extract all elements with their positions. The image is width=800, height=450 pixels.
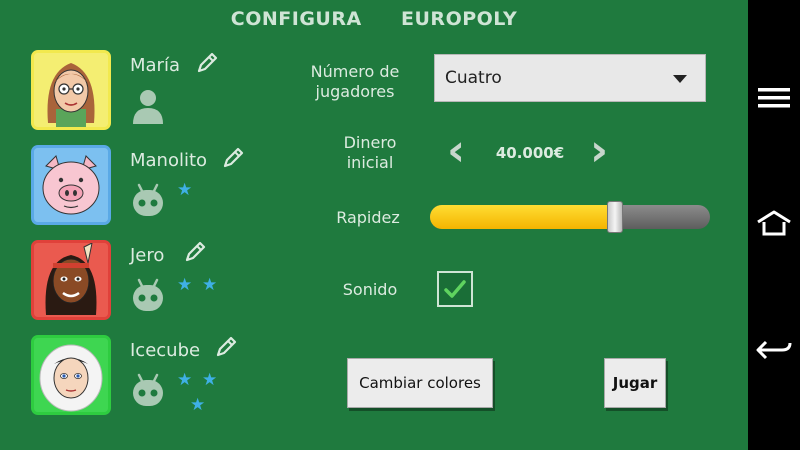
- star-icon: ★: [177, 180, 193, 200]
- pencil-icon[interactable]: [213, 334, 239, 364]
- star-icon: ★: [177, 370, 193, 390]
- checkmark-icon: [444, 280, 466, 298]
- player-name-icecube: Icecube: [130, 340, 201, 361]
- speed-slider[interactable]: [430, 201, 710, 233]
- star-icon: ★: [190, 395, 206, 415]
- player-avatar-jero[interactable]: [31, 240, 111, 320]
- play-button[interactable]: Jugar: [604, 358, 666, 408]
- player-name-manolito: Manolito: [130, 150, 208, 171]
- money-value: 40.000€: [495, 144, 565, 162]
- hamburger-icon[interactable]: [756, 86, 792, 114]
- pencil-icon[interactable]: [182, 239, 208, 269]
- speed-label: Rapidez: [336, 208, 400, 227]
- player-avatar-icecube[interactable]: [31, 335, 111, 415]
- money-label: Dinero inicial: [343, 133, 397, 172]
- player-avatar-manolito[interactable]: [31, 145, 111, 225]
- slider-thumb[interactable]: [606, 201, 623, 233]
- pencil-icon[interactable]: [220, 145, 246, 175]
- star-icon: ★: [202, 370, 218, 390]
- chevron-right-icon[interactable]: ›: [590, 129, 608, 173]
- change-colors-button[interactable]: Cambiar colores: [347, 358, 493, 408]
- config-screen: CONFIGURA EUROPOLY María Manolito ★ Jero…: [0, 0, 800, 450]
- players-label: Número de jugadores: [310, 62, 400, 101]
- slider-fill: [430, 205, 615, 229]
- star-icon: ★: [202, 275, 218, 295]
- player-name-jero: Jero: [130, 245, 165, 266]
- star-icon: ★: [177, 275, 193, 295]
- sound-checkbox[interactable]: [437, 271, 473, 307]
- players-count-dropdown[interactable]: Cuatro: [434, 54, 706, 102]
- person-icon[interactable]: [130, 86, 166, 130]
- back-icon[interactable]: [756, 336, 792, 368]
- player-name-maria: María: [130, 55, 180, 76]
- android-icon[interactable]: [130, 371, 166, 413]
- page-title: CONFIGURA EUROPOLY: [230, 8, 518, 30]
- sound-label: Sonido: [342, 280, 398, 299]
- android-icon[interactable]: [130, 181, 166, 223]
- chevron-left-icon[interactable]: ‹: [447, 129, 465, 173]
- home-icon[interactable]: [756, 210, 792, 242]
- pencil-icon[interactable]: [194, 50, 220, 80]
- chevron-down-icon: [673, 75, 687, 83]
- players-count-value: Cuatro: [445, 68, 502, 88]
- android-icon[interactable]: [130, 276, 166, 318]
- player-avatar-maria[interactable]: [31, 50, 111, 130]
